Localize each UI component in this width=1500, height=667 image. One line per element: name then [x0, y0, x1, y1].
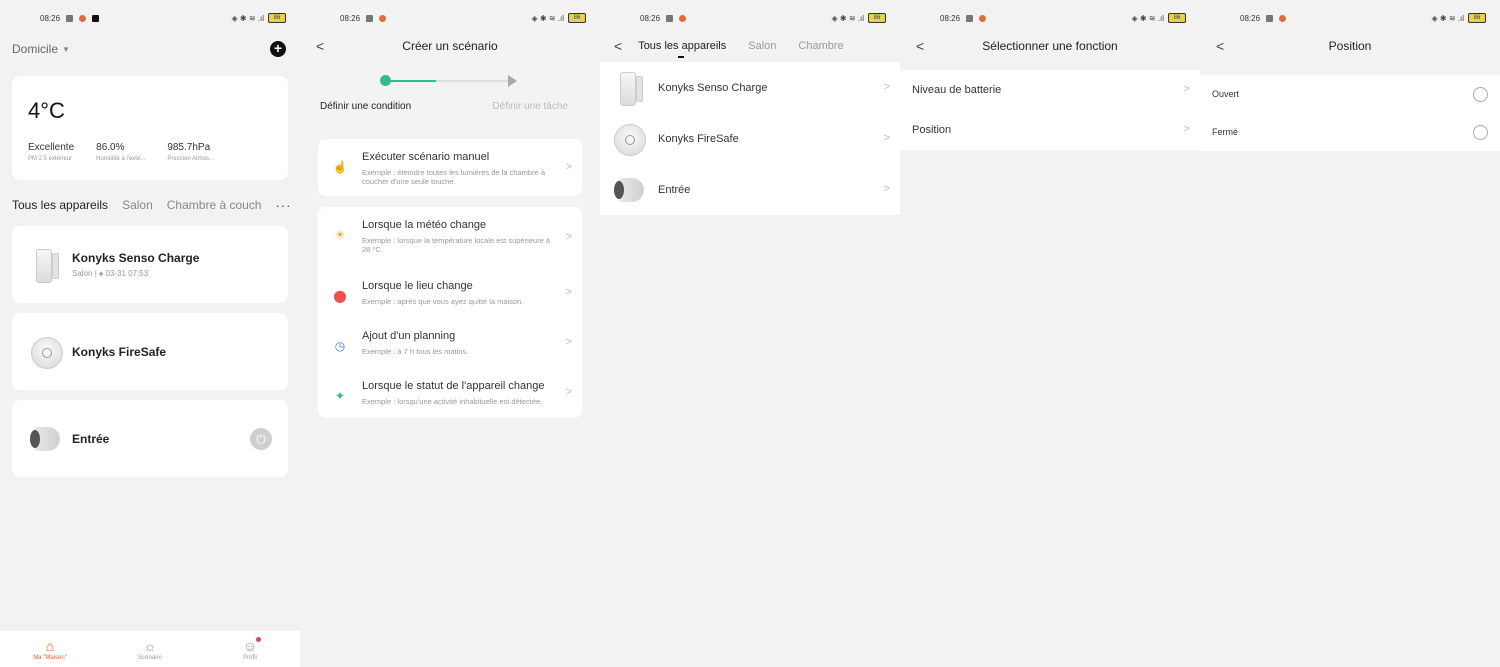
page-title: Créer un scénario — [402, 39, 498, 53]
status-bar: 08:26 ◈ ✱ ≋ .ıl 86 — [900, 0, 1200, 36]
bulb-icon: ✦ — [334, 389, 346, 403]
back-icon[interactable]: < — [1216, 38, 1224, 54]
smoke-detector-icon — [28, 334, 64, 370]
device-card[interactable]: Entrée ⏻ — [12, 400, 288, 477]
status-bar: 08:26 ◈ ✱ ≋ .ıl 86 — [600, 0, 900, 36]
back-icon[interactable]: < — [316, 38, 324, 54]
notification-dot — [256, 637, 261, 642]
step-label-active: Définir une condition — [320, 101, 412, 112]
select-function-screen: 08:26 ◈ ✱ ≋ .ıl 86 < Sélectionner une fon… — [900, 0, 1200, 667]
device-row[interactable]: Entrée > — [600, 164, 900, 215]
radio-button[interactable] — [1473, 124, 1488, 140]
room-tabs: < Tous les appareils Salon Chambre — [600, 36, 900, 58]
smoke-detector-icon — [614, 122, 646, 156]
device-row[interactable]: Konyks Senso Charge > — [600, 62, 900, 113]
condition-schedule[interactable]: ◷ Ajout d'un planning Exemple : à 7 h tou… — [318, 318, 582, 368]
location-pin-icon: ⬤ — [333, 289, 347, 303]
device-name: Entrée — [72, 431, 110, 446]
back-icon[interactable]: < — [916, 38, 924, 54]
chevron-right-icon: > — [565, 160, 572, 173]
plug-icon — [28, 421, 64, 457]
chevron-right-icon: > — [883, 80, 890, 93]
home-screen: 08:26 ◈ ✱ ≋ .ıl 86 Domicile ▼ + 4°C Excell… — [0, 0, 300, 667]
radio-button[interactable] — [1473, 86, 1488, 102]
caret-down-icon: ▼ — [62, 44, 70, 54]
power-icon[interactable]: ⏻ — [250, 428, 272, 450]
more-icon[interactable]: ··· — [275, 198, 291, 213]
option-closed[interactable]: Fermé — [1200, 113, 1500, 151]
option-open[interactable]: Ouvert — [1200, 75, 1500, 113]
position-options: Ouvert Fermé — [1200, 75, 1500, 151]
device-card[interactable]: Konyks FireSafe — [12, 313, 288, 390]
clock-icon: ◷ — [334, 339, 346, 353]
device-card[interactable]: Konyks Senso Charge Salon | ♠ 03-31 07:5… — [12, 226, 288, 303]
sun-icon: ☼ — [143, 638, 157, 654]
conditions-card: ☀ Lorsque la météo change Exemple : lorsq… — [318, 207, 582, 418]
sensor-icon — [614, 71, 644, 106]
chevron-right-icon: > — [565, 230, 572, 243]
position-screen: 08:26 ◈ ✱ ≋ .ıl 86 < Position Ouvert Ferm… — [1200, 0, 1500, 667]
add-button[interactable]: + — [270, 41, 286, 57]
plug-icon — [614, 173, 644, 207]
step-label-inactive: Définir une tâche — [492, 101, 568, 112]
device-list: Konyks Senso Charge > Konyks FireSafe > En… — [600, 62, 900, 215]
function-position[interactable]: Position > — [900, 110, 1200, 150]
condition-location[interactable]: ⬤ Lorsque le lieu change Exemple : après … — [318, 268, 582, 318]
weather-card[interactable]: 4°C Excellente PM 2.5 extérieur 86.0% Humi… — [12, 76, 288, 180]
profile-icon: ☺ — [242, 638, 258, 654]
battery-icon: 86 — [268, 13, 286, 23]
chevron-right-icon: > — [1183, 123, 1190, 135]
tab-all-devices[interactable]: Tous les appareils — [12, 198, 108, 212]
bottom-nav: ⌂ Ma "Maison" ☼ Scénario ☺ Profil — [0, 631, 300, 667]
create-scenario-screen: 08:26 ◈ ✱ ≋ .ıl 86 < Créer un scénario Dé… — [300, 0, 600, 667]
sun-icon: ☀ — [334, 228, 346, 242]
temperature: 4°C — [28, 98, 65, 123]
function-battery-level[interactable]: Niveau de batterie > — [900, 70, 1200, 110]
weather-stat: 985.7hPa Pression Atmos... — [167, 142, 214, 162]
arrow-icon — [508, 75, 517, 87]
sensor-icon — [28, 247, 64, 283]
home-icon: ⌂ — [45, 638, 55, 654]
tab-salon[interactable]: Salon — [748, 40, 776, 52]
status-bar: 08:26 ◈ ✱ ≋ .ıl 86 — [0, 0, 300, 36]
nav-profile[interactable]: ☺ Profil — [210, 637, 290, 661]
device-name: Konyks FireSafe — [72, 344, 167, 359]
weather-stat: 86.0% Humidité à l'exté... — [96, 142, 146, 162]
manual-scenario-item[interactable]: ☝ Exécuter scénario manuel Exemple : étei… — [318, 139, 582, 196]
chevron-right-icon: > — [565, 286, 572, 298]
tab-all-devices[interactable]: Tous les appareils — [638, 40, 726, 58]
status-time: 08:26 — [40, 13, 61, 23]
chevron-right-icon: > — [883, 182, 890, 195]
page-title: Sélectionner une fonction — [982, 39, 1118, 53]
weather-stat: Excellente PM 2.5 extérieur — [28, 142, 75, 162]
device-row[interactable]: Konyks FireSafe > — [600, 113, 900, 164]
nav-home[interactable]: ⌂ Ma "Maison" — [10, 637, 90, 661]
condition-weather[interactable]: ☀ Lorsque la météo change Exemple : lorsq… — [318, 207, 582, 268]
chevron-right-icon: > — [565, 336, 572, 348]
status-bar: 08:26 ◈ ✱ ≋ .ıl 86 — [300, 0, 600, 36]
function-list: Niveau de batterie > Position > — [900, 70, 1200, 150]
chevron-right-icon: > — [1183, 83, 1190, 95]
room-tabs: Tous les appareils Salon Chambre à couch… — [0, 195, 300, 215]
device-subtitle: Salon | ♠ 03-31 07:53 — [72, 269, 149, 278]
device-name: Konyks Senso Charge — [72, 251, 200, 265]
back-icon[interactable]: < — [614, 38, 622, 54]
nav-scenario[interactable]: ☼ Scénario — [110, 637, 190, 661]
stepper: Définir une condition Définir une tâche — [300, 62, 600, 122]
status-bar: 08:26 ◈ ✱ ≋ .ıl 86 — [1200, 0, 1500, 36]
home-title: Domicile — [12, 42, 59, 56]
condition-device-status[interactable]: ✦ Lorsque le statut de l'appareil change… — [318, 368, 582, 418]
device-select-screen: 08:26 ◈ ✱ ≋ .ıl 86 < Tous les appareils S… — [600, 0, 900, 667]
page-title: Position — [1328, 39, 1372, 53]
tab-chambre[interactable]: Chambre à couch — [167, 198, 262, 212]
tab-salon[interactable]: Salon — [122, 198, 153, 212]
bell-icon: ♠ — [99, 269, 104, 278]
tap-hand-icon: ☝ — [332, 160, 348, 174]
tab-chambre[interactable]: Chambre — [798, 40, 843, 52]
home-selector[interactable]: Domicile ▼ — [12, 42, 70, 56]
manual-scenario-card: ☝ Exécuter scénario manuel Exemple : étei… — [318, 139, 582, 196]
signal-icon: ◈ ✱ ≋ .ıl — [231, 13, 264, 23]
chevron-right-icon: > — [883, 131, 890, 144]
chevron-right-icon: > — [565, 386, 572, 398]
